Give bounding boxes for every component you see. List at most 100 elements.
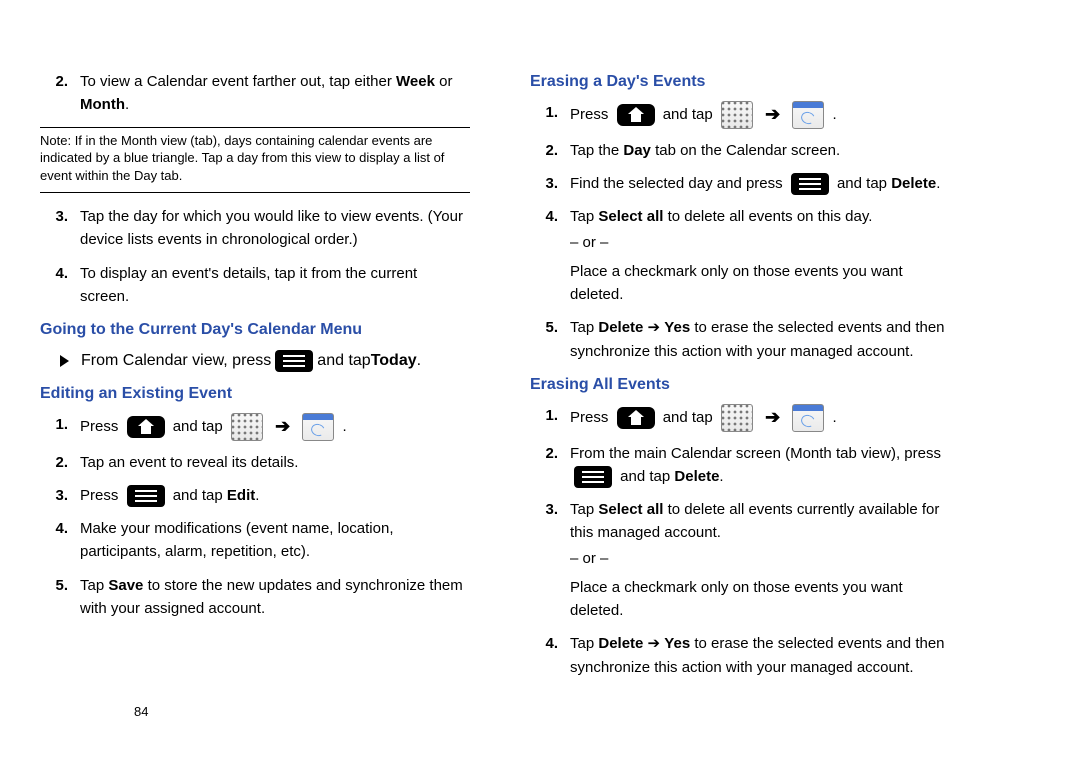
calendar-app-icon bbox=[792, 404, 824, 432]
step-number: 1. bbox=[530, 404, 570, 432]
left-column: 2. To view a Calendar event farther out,… bbox=[40, 70, 470, 689]
bold-week: Week bbox=[396, 73, 435, 90]
list-item: 3. Find the selected day and press and t… bbox=[530, 172, 960, 195]
list-item: 3. Tap Select all to delete all events c… bbox=[530, 498, 960, 622]
menu-button-icon bbox=[791, 173, 829, 195]
menu-button-icon bbox=[275, 350, 313, 372]
bold-select-all: Select all bbox=[598, 501, 663, 518]
instruction-row: From Calendar view, press and tap Today. bbox=[60, 349, 470, 374]
calendar-app-icon bbox=[302, 413, 334, 441]
step-number: 4. bbox=[530, 632, 570, 679]
step-body: Press and tap Edit. bbox=[80, 484, 470, 507]
text: and tap bbox=[173, 418, 227, 435]
editing-steps: 1. Press and tap ➔ . 2. Tap an event to … bbox=[40, 413, 470, 621]
step-body: Find the selected day and press and tap … bbox=[570, 172, 960, 195]
menu-button-icon bbox=[127, 485, 165, 507]
text: Place a checkmark only on those events y… bbox=[570, 579, 903, 619]
bold-month: Month bbox=[80, 96, 125, 113]
text: Tap the bbox=[570, 142, 623, 159]
list-item: 4. Make your modifications (event name, … bbox=[40, 517, 470, 564]
bold-delete: Delete bbox=[598, 635, 643, 652]
text: . bbox=[255, 487, 259, 504]
step-body: Tap Select all to delete all events on t… bbox=[570, 205, 960, 306]
or-separator: – or – bbox=[570, 547, 960, 570]
text: . bbox=[936, 175, 940, 192]
list-item: 5. Tap Delete ➔ Yes to erase the selecte… bbox=[530, 316, 960, 363]
step-body: From the main Calendar screen (Month tab… bbox=[570, 442, 960, 489]
note-box: Note: If in the Month view (tab), days c… bbox=[40, 127, 470, 194]
arrow-icon: ➔ bbox=[761, 404, 784, 432]
step-body: Tap the day for which you would like to … bbox=[80, 205, 470, 252]
step-number: 4. bbox=[40, 262, 80, 309]
list-item: 4. To display an event's details, tap it… bbox=[40, 262, 470, 309]
list-item: 3. Tap the day for which you would like … bbox=[40, 205, 470, 252]
manual-page: 2. To view a Calendar event farther out,… bbox=[0, 0, 1080, 771]
step-body: Tap Select all to delete all events curr… bbox=[570, 498, 960, 622]
step-body: Tap Delete ➔ Yes to erase the selected e… bbox=[570, 316, 960, 363]
list-item: 4. Tap Delete ➔ Yes to erase the selecte… bbox=[530, 632, 960, 679]
text: Tap bbox=[570, 208, 598, 225]
text: ➔ bbox=[643, 319, 664, 336]
erase-all-steps: 1. Press and tap ➔ . 2. From the main Ca… bbox=[530, 404, 960, 679]
text: tab on the Calendar screen. bbox=[651, 142, 840, 159]
bold-delete: Delete bbox=[891, 175, 936, 192]
text: and tap bbox=[317, 349, 370, 374]
step-body: To view a Calendar event farther out, ta… bbox=[80, 70, 470, 117]
step-body: Make your modifications (event name, loc… bbox=[80, 517, 470, 564]
apps-grid-icon bbox=[721, 404, 753, 432]
step-number: 3. bbox=[530, 172, 570, 195]
apps-grid-icon bbox=[231, 413, 263, 441]
text: Tap bbox=[570, 501, 598, 518]
note-label: Note: bbox=[40, 133, 71, 148]
view-event-steps: 2. To view a Calendar event farther out,… bbox=[40, 70, 470, 117]
list-item: 2. From the main Calendar screen (Month … bbox=[530, 442, 960, 489]
bold-yes: Yes bbox=[664, 635, 690, 652]
text: and tap bbox=[173, 487, 227, 504]
text: . bbox=[719, 468, 723, 485]
or-separator: – or – bbox=[570, 231, 960, 254]
home-button-icon bbox=[127, 416, 165, 438]
step-number: 2. bbox=[530, 139, 570, 162]
step-body: Press and tap ➔ . bbox=[570, 101, 960, 129]
arrow-icon: ➔ bbox=[761, 101, 784, 129]
text: and tap bbox=[620, 468, 674, 485]
text: or bbox=[435, 73, 453, 90]
step-body: Press and tap ➔ . bbox=[80, 413, 470, 441]
bold-today: Today bbox=[371, 349, 417, 374]
bold-save: Save bbox=[108, 577, 143, 594]
calendar-app-icon bbox=[792, 101, 824, 129]
text: Press bbox=[570, 106, 613, 123]
columns: 2. To view a Calendar event farther out,… bbox=[40, 70, 1040, 689]
step-number: 2. bbox=[40, 451, 80, 474]
step-body: Tap Save to store the new updates and sy… bbox=[80, 574, 470, 621]
text: Place a checkmark only on those events y… bbox=[570, 263, 903, 303]
list-item: 2. To view a Calendar event farther out,… bbox=[40, 70, 470, 117]
step-number: 1. bbox=[530, 101, 570, 129]
bold-edit: Edit bbox=[227, 487, 255, 504]
text: and tap bbox=[663, 409, 717, 426]
text: From Calendar view, press bbox=[81, 349, 271, 374]
apps-grid-icon bbox=[721, 101, 753, 129]
bold-yes: Yes bbox=[664, 319, 690, 336]
arrow-icon: ➔ bbox=[271, 413, 294, 441]
text: and tap bbox=[663, 106, 717, 123]
bold-delete: Delete bbox=[674, 468, 719, 485]
list-item: 5. Tap Save to store the new updates and… bbox=[40, 574, 470, 621]
step-number: 4. bbox=[40, 517, 80, 564]
text: Find the selected day and press bbox=[570, 175, 787, 192]
step-number: 3. bbox=[40, 484, 80, 507]
step-number: 1. bbox=[40, 413, 80, 441]
step-body: Tap an event to reveal its details. bbox=[80, 451, 470, 474]
erase-day-steps: 1. Press and tap ➔ . 2. Tap the Day tab … bbox=[530, 101, 960, 363]
triangle-bullet-icon bbox=[60, 355, 69, 367]
step-number: 2. bbox=[40, 70, 80, 117]
view-event-steps-cont: 3. Tap the day for which you would like … bbox=[40, 205, 470, 308]
step-body: To display an event's details, tap it fr… bbox=[80, 262, 470, 309]
list-item: 1. Press and tap ➔ . bbox=[40, 413, 470, 441]
heading-editing: Editing an Existing Event bbox=[40, 382, 470, 407]
text: . bbox=[125, 96, 129, 113]
text: Tap bbox=[80, 577, 108, 594]
home-button-icon bbox=[617, 407, 655, 429]
text: Tap bbox=[570, 319, 598, 336]
heading-erase-day: Erasing a Day's Events bbox=[530, 70, 960, 95]
